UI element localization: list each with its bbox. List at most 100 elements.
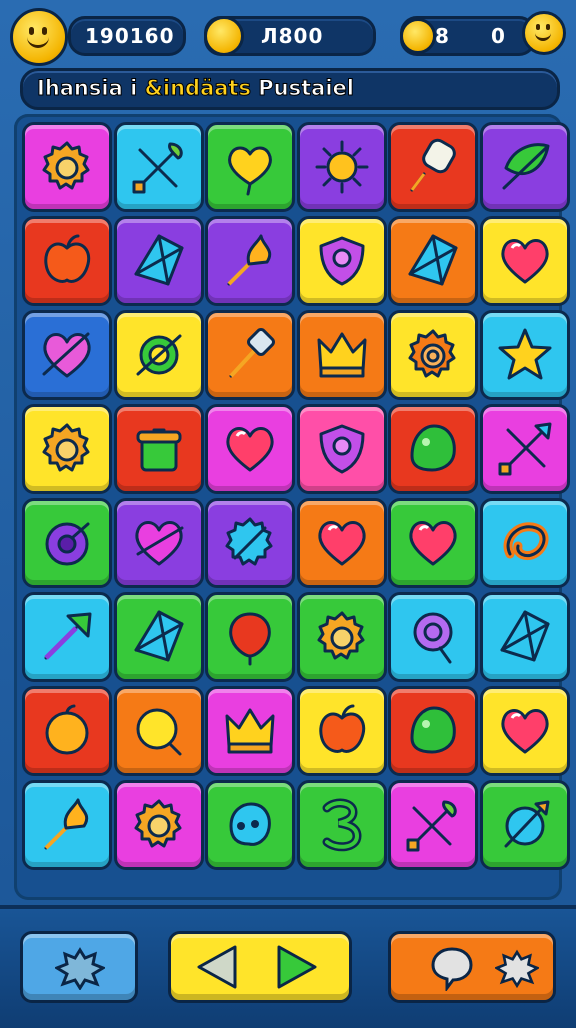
title-part-3: Pustaiel [250, 76, 355, 101]
avatar-mouth [27, 35, 49, 48]
game-tile[interactable] [113, 122, 204, 212]
game-tile[interactable] [205, 498, 296, 588]
hammer-icon [229, 328, 276, 378]
menu-eye-left [536, 24, 540, 30]
gear-orb-icon [225, 517, 273, 566]
slime-icon [410, 706, 457, 754]
game-tile[interactable] [296, 310, 387, 400]
game-tile[interactable] [388, 498, 479, 588]
menu-eye-right [546, 24, 550, 30]
play-controls-button[interactable] [168, 931, 352, 1003]
game-tile[interactable] [205, 686, 296, 776]
game-tile[interactable] [296, 122, 387, 212]
game-tile[interactable] [480, 404, 570, 494]
torch-icon [227, 234, 272, 286]
game-tile[interactable] [388, 310, 479, 400]
game-tile[interactable] [388, 216, 479, 306]
spiral-gear-icon [408, 329, 456, 378]
title-part-1: Ihansia i [37, 76, 145, 101]
smiley-avatar-icon[interactable] [10, 8, 68, 66]
booster-button[interactable] [20, 931, 138, 1003]
social-button[interactable] [388, 931, 556, 1003]
kite-icon [408, 234, 458, 286]
game-tile[interactable] [388, 404, 479, 494]
heart-arrow-icon [135, 521, 184, 566]
game-tile[interactable] [113, 686, 204, 776]
game-tile[interactable] [22, 310, 112, 400]
game-tile[interactable] [388, 780, 479, 870]
game-tile[interactable] [480, 780, 570, 870]
game-tile[interactable] [205, 592, 296, 682]
coin-value: Л800 [261, 24, 324, 48]
menu-mouth [535, 31, 551, 41]
lollipop-icon [413, 612, 453, 664]
chat-bubble-icon [431, 947, 473, 991]
game-tile[interactable] [205, 780, 296, 870]
ice-pop-icon [410, 138, 457, 192]
shield-icon [319, 236, 365, 286]
game-tile[interactable] [205, 404, 296, 494]
game-tile[interactable] [113, 592, 204, 682]
fruit-icon [45, 704, 89, 755]
triangle-right-icon[interactable] [275, 943, 319, 991]
gear-icon [317, 611, 365, 660]
heart-icon [409, 521, 457, 566]
arrow-heart-icon [42, 332, 91, 378]
game-tile[interactable] [205, 310, 296, 400]
level-title-bar: Ihansia i &indäats Pustaiel [20, 68, 560, 110]
game-tile[interactable] [296, 686, 387, 776]
splat-icon [495, 949, 539, 989]
heart-icon [501, 709, 549, 754]
score-panel: 190160 [68, 16, 186, 56]
game-tile[interactable] [480, 122, 570, 212]
game-tile[interactable] [113, 780, 204, 870]
game-tile[interactable] [388, 122, 479, 212]
score-value: 190160 [85, 24, 175, 48]
game-tile[interactable] [22, 780, 112, 870]
moves-value-a: 8 [435, 24, 450, 48]
game-board [14, 114, 570, 900]
game-tile[interactable] [480, 310, 570, 400]
game-tile[interactable] [480, 216, 570, 306]
game-tile[interactable] [22, 686, 112, 776]
game-tile[interactable] [205, 122, 296, 212]
shield-icon [319, 424, 365, 474]
gear-icon [42, 423, 90, 472]
star-icon [498, 328, 552, 380]
game-tile[interactable] [296, 592, 387, 682]
game-tile[interactable] [205, 216, 296, 306]
kite-icon [134, 610, 184, 662]
game-tile[interactable] [388, 592, 479, 682]
game-tile[interactable] [480, 686, 570, 776]
triangle-left-icon[interactable] [195, 943, 239, 991]
dollar-coin-icon [400, 18, 436, 54]
bottom-controls [0, 905, 576, 1028]
swirl-ring-icon [136, 334, 182, 376]
game-tile[interactable] [22, 592, 112, 682]
game-tile[interactable] [388, 686, 479, 776]
heart-balloon-icon [228, 146, 273, 196]
game-tile[interactable] [296, 498, 387, 588]
game-tile[interactable] [22, 404, 112, 494]
game-tile[interactable] [113, 498, 204, 588]
game-tile[interactable] [296, 404, 387, 494]
magnifier-icon [136, 708, 182, 756]
smiley-menu-icon[interactable] [522, 11, 566, 55]
game-tile[interactable] [113, 404, 204, 494]
apple-icon [44, 234, 91, 283]
slime-icon [410, 424, 457, 472]
avatar-eye-left [29, 27, 34, 35]
arrow-icon [44, 612, 92, 660]
leaf-sword-icon [502, 143, 550, 190]
game-tile[interactable] [113, 216, 204, 306]
game-tile[interactable] [113, 310, 204, 400]
game-tile[interactable] [296, 216, 387, 306]
game-tile[interactable] [22, 216, 112, 306]
crossed-swords-icon [498, 422, 552, 476]
game-tile[interactable] [22, 498, 112, 588]
game-tile[interactable] [296, 780, 387, 870]
game-tile[interactable] [22, 122, 112, 212]
gear-icon [134, 799, 182, 848]
game-tile[interactable] [480, 498, 570, 588]
game-tile[interactable] [480, 592, 570, 682]
